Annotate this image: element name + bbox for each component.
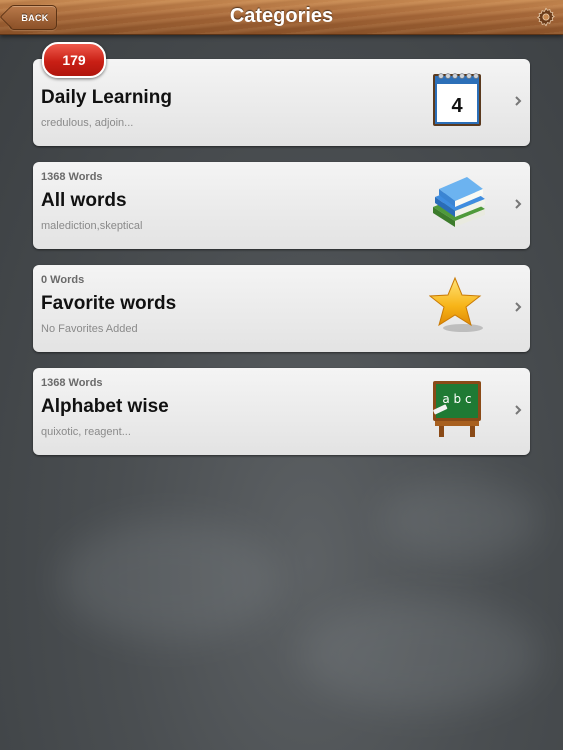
category-title: Alphabet wise (41, 396, 169, 417)
category-title: Daily Learning (41, 87, 172, 108)
category-subtitle: malediction,skeptical (41, 220, 143, 232)
category-title: All words (41, 190, 127, 211)
chevron-right-icon (515, 302, 522, 312)
chalkboard-icon: a b c (433, 381, 481, 437)
category-subtitle: quixotic, reagent... (41, 426, 131, 438)
calendar-day: 4 (451, 95, 463, 117)
navigation-bar: BACK Categories (0, 0, 563, 35)
category-subtitle: No Favorites Added (41, 323, 138, 335)
category-word-count: 0 Words (41, 274, 85, 286)
page-title: Categories (229, 4, 334, 27)
daily-count-badge: 179 (42, 42, 106, 78)
category-alphabet-wise[interactable]: 1368 Words Alphabet wise quixotic, reage… (33, 368, 530, 455)
category-word-count: 1368 Words (41, 171, 103, 183)
category-all-words[interactable]: 1368 Words All words malediction,skeptic… (33, 162, 530, 249)
category-word-count: 1368 Words (41, 377, 103, 389)
back-button-label: BACK (21, 12, 49, 23)
category-title: Favorite words (41, 293, 177, 314)
chevron-right-icon (515, 199, 522, 209)
gear-icon[interactable] (535, 6, 557, 28)
category-subtitle: credulous, adjoin... (41, 117, 134, 129)
category-favorite-words[interactable]: 0 Words Favorite words No Favorites Adde… (33, 265, 530, 352)
calendar-icon: 4 (433, 73, 481, 126)
star-icon (429, 276, 483, 332)
category-daily-learning[interactable]: Daily Learning credulous, adjoin... 4 (33, 59, 530, 146)
chevron-right-icon (515, 405, 522, 415)
chevron-right-icon (515, 96, 522, 106)
books-icon (433, 177, 485, 227)
chalkboard-text: a b c (442, 392, 471, 406)
